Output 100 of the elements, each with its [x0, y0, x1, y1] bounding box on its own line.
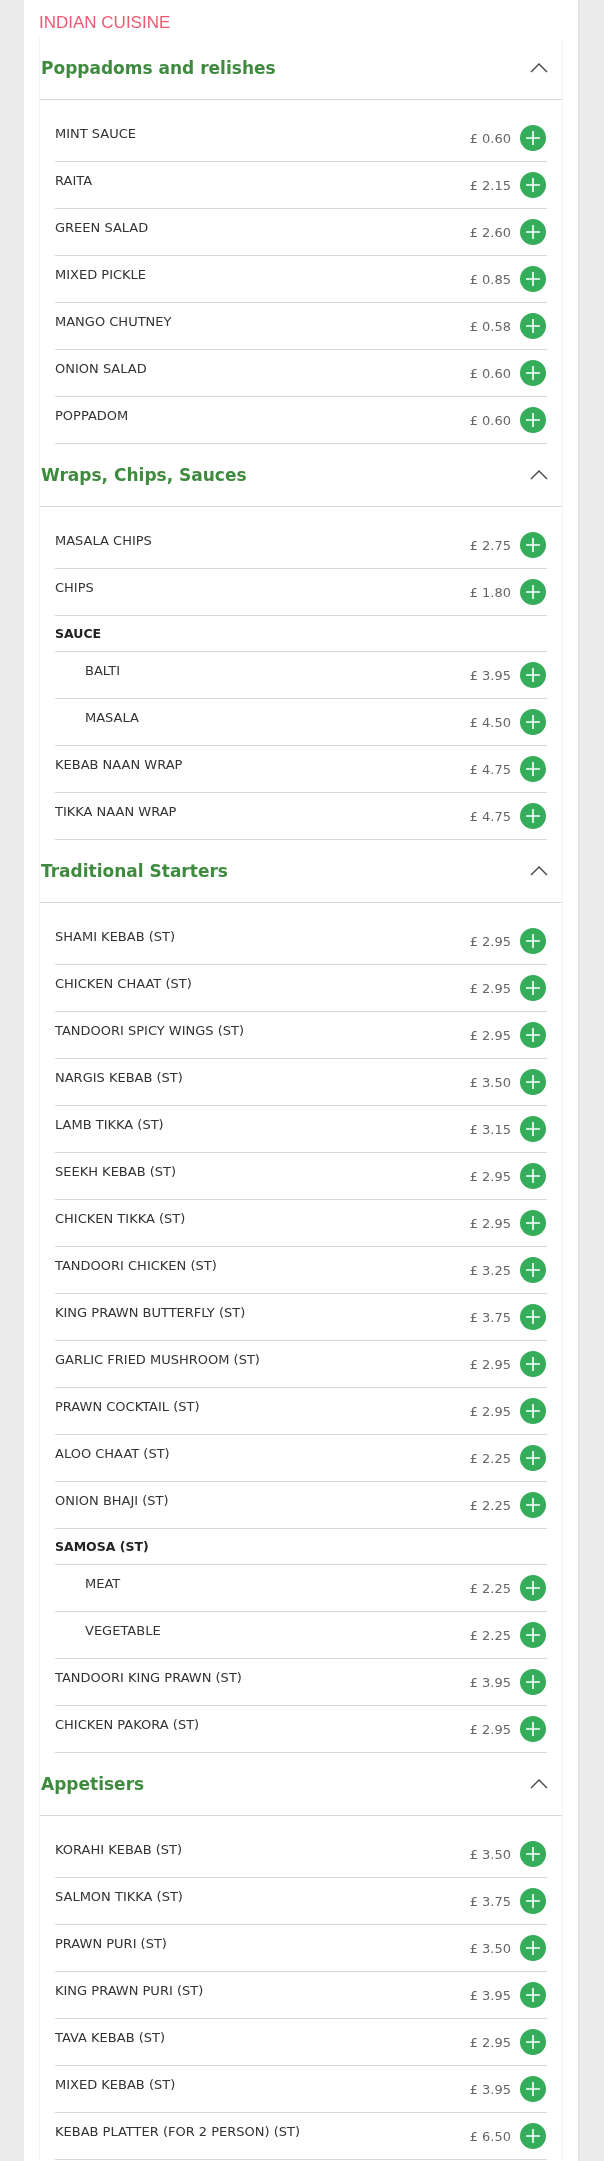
section-title: Poppadoms and relishes: [41, 58, 276, 78]
add-button[interactable]: [520, 1841, 546, 1867]
plus-icon: [526, 131, 540, 145]
menu-item-name: PRAWN PURI (ST): [55, 1935, 167, 1951]
menu-item-price: £ 3.95: [469, 1987, 511, 2003]
plus-icon: [526, 1357, 540, 1371]
section-header[interactable]: Poppadoms and relishes: [40, 37, 562, 100]
add-button[interactable]: [520, 1022, 546, 1048]
plus-icon: [526, 413, 540, 427]
menu-item-name: MASALA: [85, 709, 139, 725]
add-button[interactable]: [520, 1982, 546, 2008]
menu-item-price: £ 3.75: [469, 1309, 511, 1325]
plus-icon: [526, 1404, 540, 1418]
add-button[interactable]: [520, 1116, 546, 1142]
menu-item-name: BALTI: [85, 662, 121, 678]
menu-item-name: RAITA: [55, 172, 93, 188]
plus-icon: [526, 225, 540, 239]
add-button[interactable]: [520, 1398, 546, 1424]
add-button[interactable]: [520, 313, 546, 339]
menu-item-name: MANGO CHUTNEY: [55, 313, 172, 329]
add-button[interactable]: [520, 1575, 546, 1601]
add-button[interactable]: [520, 125, 546, 151]
menu-item-price: £ 0.60: [469, 130, 511, 146]
menu-item-name: KING PRAWN BUTTERFLY (ST): [55, 1304, 246, 1320]
plus-icon: [526, 1310, 540, 1324]
plus-icon: [526, 1628, 540, 1642]
menu-item-price: £ 2.15: [469, 177, 511, 193]
add-button[interactable]: [520, 1622, 546, 1648]
add-button[interactable]: [520, 1351, 546, 1377]
add-button[interactable]: [520, 756, 546, 782]
menu-item-price: £ 3.50: [469, 1074, 511, 1090]
add-button[interactable]: [520, 1492, 546, 1518]
chevron-up-icon[interactable]: [530, 866, 548, 876]
add-button[interactable]: [520, 579, 546, 605]
menu-item-name: CHIPS: [55, 579, 94, 595]
menu-item-name: CHICKEN TIKKA (ST): [55, 1210, 186, 1226]
menu-item-name: TANDOORI KING PRAWN (ST): [55, 1669, 242, 1685]
add-button[interactable]: [520, 1669, 546, 1695]
menu-item-name: KEBAB PLATTER (FOR 2 PERSON) (ST): [55, 2123, 301, 2139]
menu-item-name: SEEKH KEBAB (ST): [55, 1163, 177, 1179]
menu-item-price: £ 2.25: [469, 1627, 511, 1643]
menu-item-name: TIKKA NAAN WRAP: [55, 803, 177, 819]
plus-icon: [526, 1675, 540, 1689]
chevron-up-icon[interactable]: [530, 470, 548, 480]
plus-icon: [526, 585, 540, 599]
chevron-up-icon[interactable]: [530, 63, 548, 73]
menu-item-name: CHICKEN PAKORA (ST): [55, 1716, 200, 1732]
add-button[interactable]: [520, 1257, 546, 1283]
add-button[interactable]: [520, 1888, 546, 1914]
menu-item-price: £ 2.95: [469, 933, 511, 949]
plus-icon: [526, 762, 540, 776]
menu-item-name: KING PRAWN PURI (ST): [55, 1982, 204, 1998]
plus-icon: [526, 1722, 540, 1736]
add-button[interactable]: [520, 2076, 546, 2102]
section-header[interactable]: Appetisers: [40, 1753, 562, 1816]
add-button[interactable]: [520, 1935, 546, 1961]
menu-item-name: MINT SAUCE: [55, 125, 137, 141]
add-button[interactable]: [520, 1445, 546, 1471]
add-button[interactable]: [520, 709, 546, 735]
add-button[interactable]: [520, 172, 546, 198]
add-button[interactable]: [520, 532, 546, 558]
add-button[interactable]: [520, 2029, 546, 2055]
menu-item-name: MASALA CHIPS: [55, 532, 152, 548]
section-title: Traditional Starters: [41, 861, 228, 881]
menu-item-name: KEBAB NAAN WRAP: [55, 756, 183, 772]
menu-item-name: GREEN SALAD: [55, 219, 149, 235]
add-button[interactable]: [520, 1304, 546, 1330]
add-button[interactable]: [520, 1069, 546, 1095]
menu-item-price: £ 0.58: [469, 318, 511, 334]
section-title: Appetisers: [41, 1774, 145, 1794]
menu-item-name: ONION BHAJI (ST): [55, 1492, 169, 1508]
add-button[interactable]: [520, 1716, 546, 1742]
cuisine-title: INDIAN CUISINE: [39, 12, 172, 34]
plus-icon: [526, 1028, 540, 1042]
plus-icon: [526, 272, 540, 286]
add-button[interactable]: [520, 1210, 546, 1236]
section-header[interactable]: Wraps, Chips, Sauces: [40, 444, 562, 507]
plus-icon: [526, 1451, 540, 1465]
menu-item-name: GARLIC FRIED MUSHROOM (ST): [55, 1351, 260, 1367]
chevron-up-icon[interactable]: [530, 1779, 548, 1789]
menu-item-price: £ 1.80: [469, 584, 511, 600]
plus-icon: [526, 1894, 540, 1908]
add-button[interactable]: [520, 928, 546, 954]
add-button[interactable]: [520, 266, 546, 292]
add-button[interactable]: [520, 407, 546, 433]
plus-icon: [526, 715, 540, 729]
add-button[interactable]: [520, 2123, 546, 2149]
plus-icon: [526, 934, 540, 948]
section-header[interactable]: Traditional Starters: [40, 840, 562, 903]
add-button[interactable]: [520, 1163, 546, 1189]
plus-icon: [526, 1122, 540, 1136]
menu-item-name: ALOO CHAAT (ST): [55, 1445, 170, 1461]
menu-item-price: £ 4.75: [469, 808, 511, 824]
add-button[interactable]: [520, 360, 546, 386]
add-button[interactable]: [520, 219, 546, 245]
add-button[interactable]: [520, 975, 546, 1001]
add-button[interactable]: [520, 662, 546, 688]
menu-item-price: £ 4.50: [469, 714, 511, 730]
plus-icon: [526, 1988, 540, 2002]
add-button[interactable]: [520, 803, 546, 829]
